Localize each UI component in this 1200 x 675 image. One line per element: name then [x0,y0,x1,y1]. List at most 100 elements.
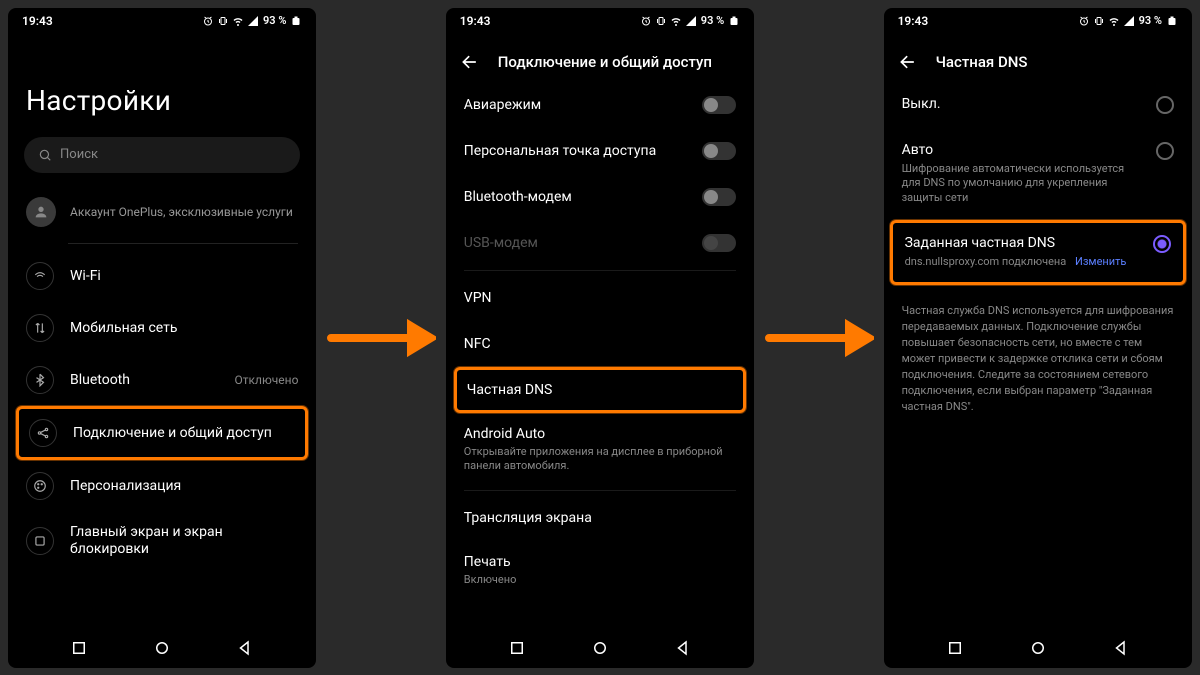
statusbar: 19:43 93 % [446,8,754,34]
option-title: Авто [902,142,1144,158]
nav-back[interactable] [1112,639,1130,657]
row-cast[interactable]: Трансляция экрана [446,495,754,541]
row-private-dns[interactable]: Частная DNS [454,367,746,413]
back-icon[interactable] [898,52,918,72]
status-time: 19:43 [460,14,491,28]
navbar [8,628,316,668]
radio[interactable] [1156,142,1174,160]
search-placeholder: Поиск [60,147,98,162]
wifi-icon [1108,15,1120,27]
signal-icon [1123,15,1135,27]
radio[interactable] [1156,96,1174,114]
alarm-icon [202,15,214,27]
row-usb-modem: USB-модем [446,220,754,266]
settings-item-bluetooth[interactable]: Bluetooth Отключено [8,354,316,406]
settings-item-homescreen[interactable]: Главный экран и экран блокировки [8,512,316,571]
wifi-icon [670,15,682,27]
radio[interactable] [1153,235,1171,253]
account-text: Аккаунт OnePlus, эксклюзивные услуги [70,205,293,219]
statusbar: 19:43 93 % [884,8,1192,34]
row-hotspot[interactable]: Персональная точка доступа [446,128,754,174]
mobile-data-icon [33,321,47,335]
settings-label: Bluetooth [70,372,219,388]
status-time: 19:43 [898,14,929,28]
row-label: VPN [464,290,492,306]
row-label: NFC [464,336,491,352]
toggle [702,234,736,252]
battery-text: 93 % [701,14,724,27]
row-vpn[interactable]: VPN [446,275,754,321]
row-label: Частная DNS [467,382,553,398]
header: Подключение и общий доступ [446,34,754,82]
search-icon [38,148,52,162]
settings-item-mobile[interactable]: Мобильная сеть [8,302,316,354]
toggle[interactable] [702,96,736,114]
row-label: Bluetooth-модем [464,189,572,205]
phone-screen-3: 19:43 93 % Частная DNS Выкл. Авто Шифров… [884,8,1192,668]
vibrate-icon [655,15,667,27]
dns-option-custom[interactable]: Заданная частная DNS dns.nullsproxy.com … [890,220,1186,285]
battery-icon [290,15,302,27]
phone-screen-1: 19:43 93 % Настройки Поиск Аккаунт OnePl… [8,8,316,668]
dns-option-off[interactable]: Выкл. [884,82,1192,128]
option-sub: Шифрование автоматически используется дл… [902,162,1144,207]
row-label: Персональная точка доступа [464,143,656,159]
status-right: 93 % [1078,14,1178,27]
toggle[interactable] [702,142,736,160]
battery-text: 93 % [1139,14,1162,27]
navbar [884,628,1192,668]
share-icon [36,426,50,440]
vibrate-icon [1093,15,1105,27]
settings-label: Персонализация [70,478,298,494]
row-airplane[interactable]: Авиарежим [446,82,754,128]
account-row[interactable]: Аккаунт OnePlus, эксклюзивные услуги [8,187,316,243]
row-bt-modem[interactable]: Bluetooth-модем [446,174,754,220]
nav-home[interactable] [1029,639,1047,657]
option-sub: dns.nullsproxy.com подключена Изменить [905,255,1141,270]
row-nfc[interactable]: NFC [446,321,754,367]
alarm-icon [640,15,652,27]
nav-back[interactable] [674,639,692,657]
nav-home[interactable] [591,639,609,657]
nav-recent[interactable] [508,639,526,657]
settings-label: Подключение и общий доступ [73,425,295,441]
nav-home[interactable] [153,639,171,657]
nav-recent[interactable] [70,639,88,657]
wifi-icon [232,15,244,27]
dns-option-auto[interactable]: Авто Шифрование автоматически использует… [884,128,1192,221]
status-right: 93 % [202,14,302,27]
toggle[interactable] [702,188,736,206]
row-android-auto[interactable]: Android Auto Открывайте приложения на ди… [446,413,754,487]
edit-link[interactable]: Изменить [1075,255,1126,268]
signal-icon [247,15,259,27]
settings-item-personalization[interactable]: Персонализация [8,460,316,512]
vibrate-icon [217,15,229,27]
row-label: Печать [464,554,736,570]
settings-trail: Отключено [235,373,299,387]
info-text: Частная служба DNS используется для шифр… [884,285,1192,415]
row-sub: Открывайте приложения на дисплее в прибо… [464,445,736,474]
settings-item-connection[interactable]: Подключение и общий доступ [16,406,308,460]
search-input[interactable]: Поиск [24,137,300,173]
settings-label: Главный экран и экран блокировки [70,524,298,559]
row-label: Android Auto [464,426,736,442]
battery-text: 93 % [263,14,286,27]
settings-item-wifi[interactable]: Wi-Fi [8,250,316,302]
bluetooth-icon [33,373,47,387]
phone-screen-2: 19:43 93 % Подключение и общий доступ Ав… [446,8,754,668]
header-title: Частная DNS [936,53,1028,71]
header: Частная DNS [884,34,1192,82]
separator [464,270,736,271]
alarm-icon [1078,15,1090,27]
palette-icon [33,479,47,493]
arrow-1 [316,318,445,358]
navbar [446,628,754,668]
signal-icon [685,15,697,27]
nav-back[interactable] [236,639,254,657]
header-title: Подключение и общий доступ [498,53,712,71]
nav-recent[interactable] [946,639,964,657]
wifi-icon [33,269,47,283]
battery-icon [1166,15,1178,27]
row-print[interactable]: Печать Включено [446,541,754,600]
back-icon[interactable] [460,52,480,72]
